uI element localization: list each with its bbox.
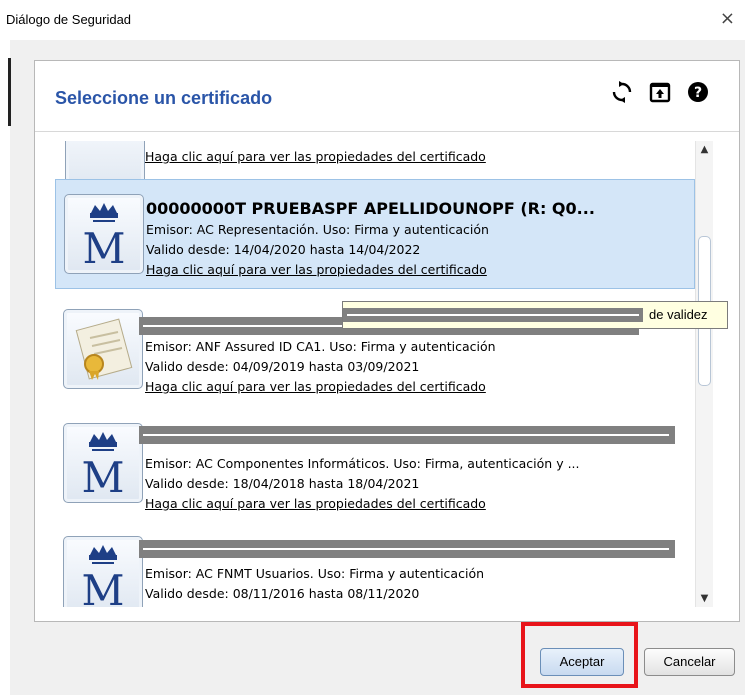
highlight-annotation [521,622,638,688]
vertical-scrollbar[interactable]: ▲ ▼ [695,141,713,607]
window-edge [8,58,11,126]
help-icon[interactable]: ? [687,81,709,103]
svg-text:?: ? [694,85,702,101]
open-file-icon[interactable] [649,81,671,103]
scroll-up-icon[interactable]: ▲ [696,141,713,158]
certificate-list: Haga clic aquí para ver las propiedades … [55,141,695,607]
svg-text:M: M [81,453,124,498]
certificate-issuer: Emisor: AC FNMT Usuarios. Uso: Firma y a… [145,566,485,581]
fnmt-crown-icon: M [64,194,144,274]
redacted-tooltip-text [343,308,643,322]
certificate-issuer: Emisor: ANF Assured ID CA1. Uso: Firma y… [145,339,496,354]
tooltip-text: de validez [649,307,708,322]
list-item[interactable]: M Emisor: AC FNMT Usuarios. Uso: Firma y… [55,526,695,607]
close-icon[interactable]: × [720,8,735,29]
cancel-button[interactable]: Cancelar [644,648,735,676]
list-item[interactable]: M Emisor: AC Componentes Informáticos. U… [55,411,695,521]
tooltip: de validez [342,301,728,329]
title-bar: Diálogo de Seguridad × [0,0,745,40]
list-item-selected[interactable]: M 00000000T PRUEBASPF APELLIDOUNOPF (R: … [55,179,695,289]
certificate-issuer: Emisor: AC Representación. Uso: Firma y … [146,222,489,237]
certificate-validity: Valido desde: 08/11/2016 hasta 08/11/202… [145,586,420,601]
header-separator [35,131,739,132]
fnmt-crown-icon: M [63,536,143,607]
certificate-panel: Seleccione un certificado ? Haga clic aq… [34,60,740,622]
window-title: Diálogo de Seguridad [6,12,132,27]
svg-text:M: M [81,566,124,607]
certificate-validity: Valido desde: 04/09/2019 hasta 03/09/202… [145,359,420,374]
properties-link[interactable]: Haga clic aquí para ver las propiedades … [145,379,486,394]
properties-link[interactable]: Haga clic aquí para ver las propiedades … [146,262,487,277]
properties-link[interactable]: Haga clic aquí para ver las propiedades … [145,149,486,164]
panel-title: Seleccione un certificado [55,88,273,108]
scroll-down-icon[interactable]: ▼ [696,590,713,607]
certificate-validity: Valido desde: 18/04/2018 hasta 18/04/202… [145,476,420,491]
redacted-certificate-name [139,426,675,444]
redacted-certificate-name [139,540,675,558]
properties-link[interactable]: Haga clic aquí para ver las propiedades … [145,496,486,511]
certificate-seal-icon [63,309,143,389]
certificate-name: 00000000T PRUEBASPF APELLIDOUNOPF (R: Q0… [146,199,595,218]
fnmt-crown-icon: M [63,423,143,503]
certificate-validity: Valido desde: 14/04/2020 hasta 14/04/202… [146,242,421,257]
refresh-icon[interactable] [611,81,633,103]
certificate-issuer: Emisor: AC Componentes Informáticos. Uso… [145,456,580,471]
svg-text:M: M [82,224,125,269]
